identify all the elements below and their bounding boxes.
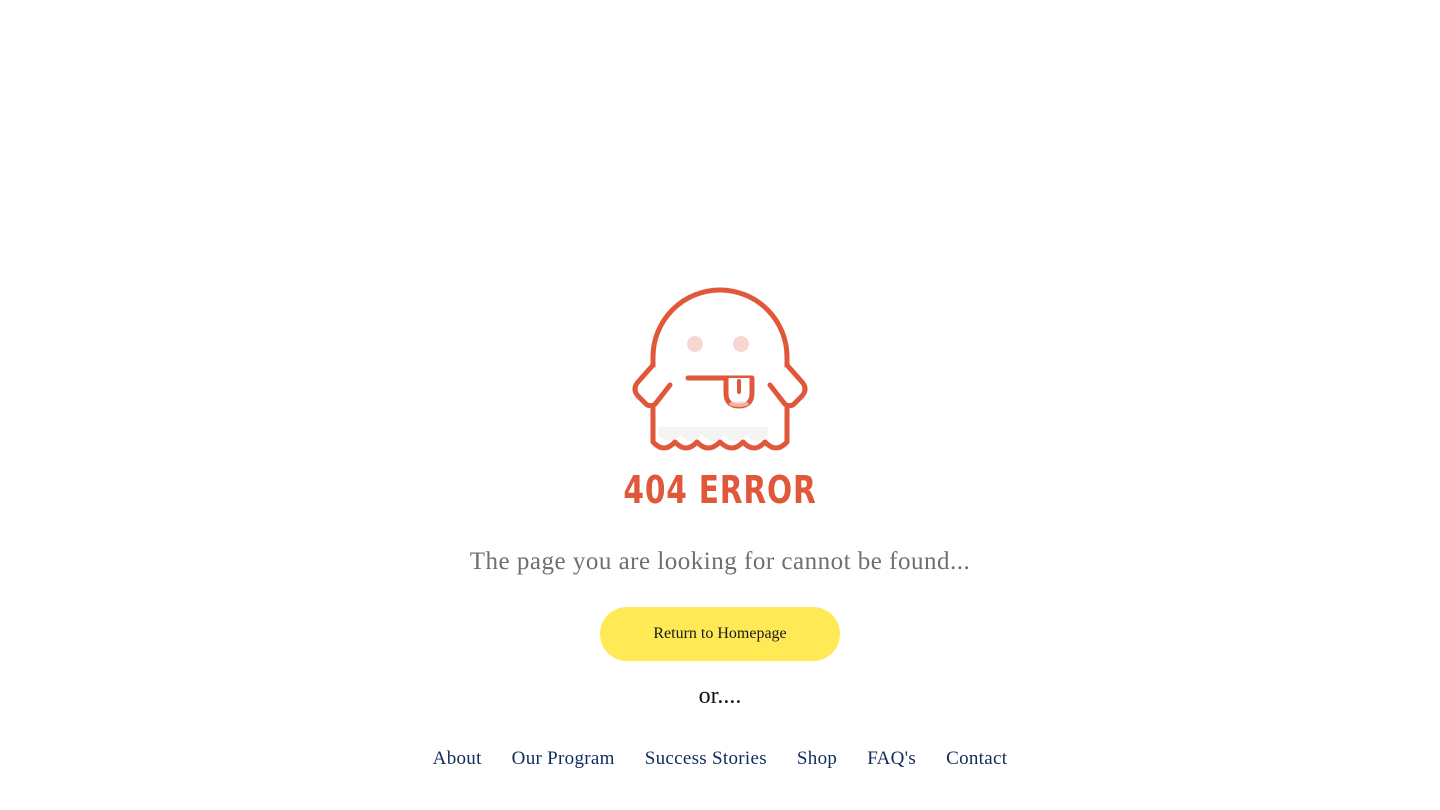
or-divider-text: or.... — [698, 683, 742, 709]
error-page: 404 ERROR The page you are looking for c… — [0, 0, 1440, 810]
nav-link-about[interactable]: About — [433, 748, 482, 770]
nav-link-contact[interactable]: Contact — [946, 748, 1007, 770]
return-home-button[interactable]: Return to Homepage — [600, 607, 840, 661]
nav-link-our-program[interactable]: Our Program — [512, 748, 615, 770]
error-heading: 404 ERROR — [623, 468, 817, 512]
footer-nav: About Our Program Success Stories Shop F… — [0, 748, 1440, 770]
nav-link-faqs[interactable]: FAQ's — [867, 748, 916, 770]
nav-link-success-stories[interactable]: Success Stories — [645, 748, 767, 770]
error-message: The page you are looking for cannot be f… — [469, 548, 971, 575]
ghost-icon — [620, 285, 820, 455]
nav-link-shop[interactable]: Shop — [797, 748, 837, 770]
